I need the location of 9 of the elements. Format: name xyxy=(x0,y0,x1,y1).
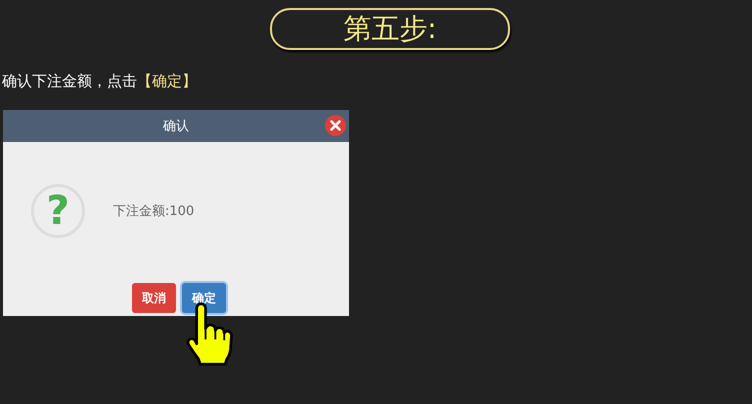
instruction-text: 确认下注金额，点击【确定】 xyxy=(2,71,198,91)
cancel-button[interactable]: 取消 xyxy=(132,283,176,313)
hand-pointer-icon xyxy=(185,302,235,366)
close-icon[interactable] xyxy=(325,115,346,136)
dialog-title: 确认 xyxy=(163,118,189,135)
dialog-message: 下注金额:100 xyxy=(113,203,194,220)
step-title: 第五步: xyxy=(270,8,510,50)
question-icon: ? xyxy=(31,184,85,238)
confirm-button[interactable]: 确定 xyxy=(182,283,226,313)
